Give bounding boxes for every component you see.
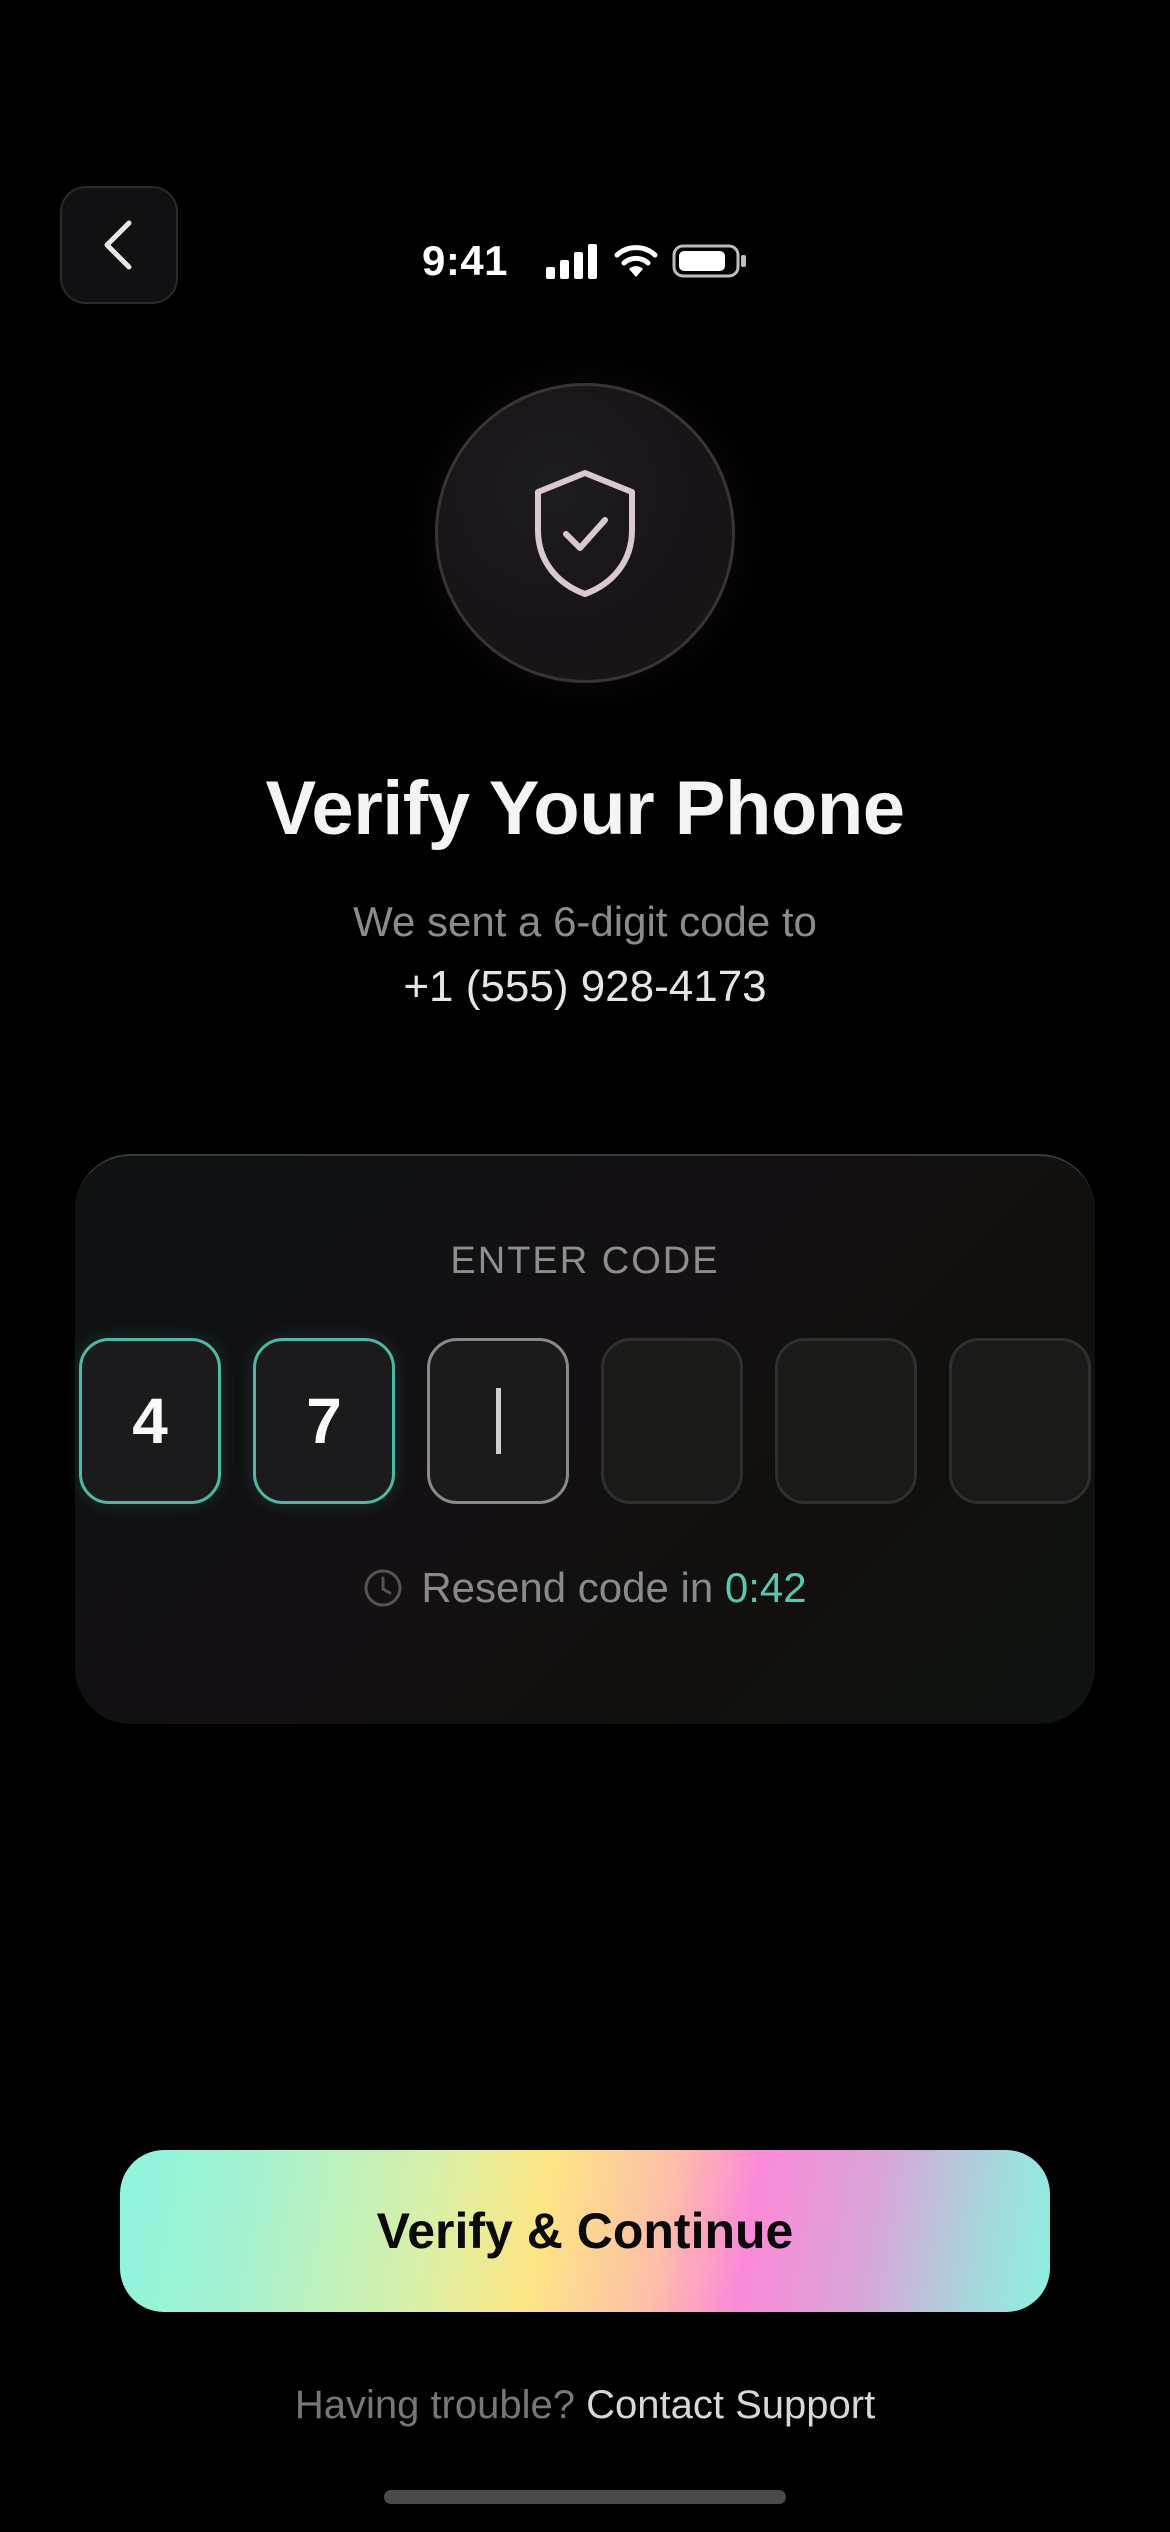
shield-check-icon — [535, 470, 635, 597]
shield-badge — [435, 383, 735, 683]
enter-code-label: ENTER CODE — [450, 1240, 720, 1282]
wifi-icon — [614, 245, 658, 277]
help-row: Having trouble? Contact Support — [0, 2383, 1170, 2428]
code-digit-2[interactable]: 7 — [253, 1338, 395, 1504]
page-title: Verify Your Phone — [265, 766, 905, 851]
trouble-text: Having trouble? — [294, 2383, 575, 2427]
resend-timer: 0:42 — [724, 1564, 807, 1611]
code-digit-4[interactable] — [601, 1338, 743, 1504]
cellular-signal-icon — [546, 244, 598, 279]
verify-continue-button[interactable]: Verify & Continue — [120, 2150, 1050, 2312]
status-icons — [546, 243, 748, 279]
resend-label: Resend code in — [421, 1564, 714, 1611]
verify-phone-screen: 9:41 Verify Your Phone We sent a 6-digit… — [0, 0, 1170, 2532]
contact-support-link[interactable]: Contact Support — [586, 2383, 875, 2427]
phone-number: +1 (555) 928-4173 — [403, 962, 767, 1011]
code-input-row: 4 7 — [79, 1338, 1091, 1504]
status-time: 9:41 — [421, 237, 509, 284]
clock-icon — [364, 1569, 402, 1607]
code-digit-3-active[interactable] — [427, 1338, 569, 1504]
text-cursor — [495, 1388, 501, 1454]
battery-icon — [672, 244, 747, 278]
subtitle: We sent a 6-digit code to — [353, 898, 817, 945]
status-bar: 9:41 — [0, 236, 1170, 286]
home-indicator[interactable] — [384, 2490, 786, 2504]
code-digit-6[interactable] — [949, 1338, 1091, 1504]
code-digit-1[interactable]: 4 — [79, 1338, 221, 1504]
code-digit-5[interactable] — [775, 1338, 917, 1504]
resend-row: Resend code in 0:42 — [0, 1564, 1170, 1612]
